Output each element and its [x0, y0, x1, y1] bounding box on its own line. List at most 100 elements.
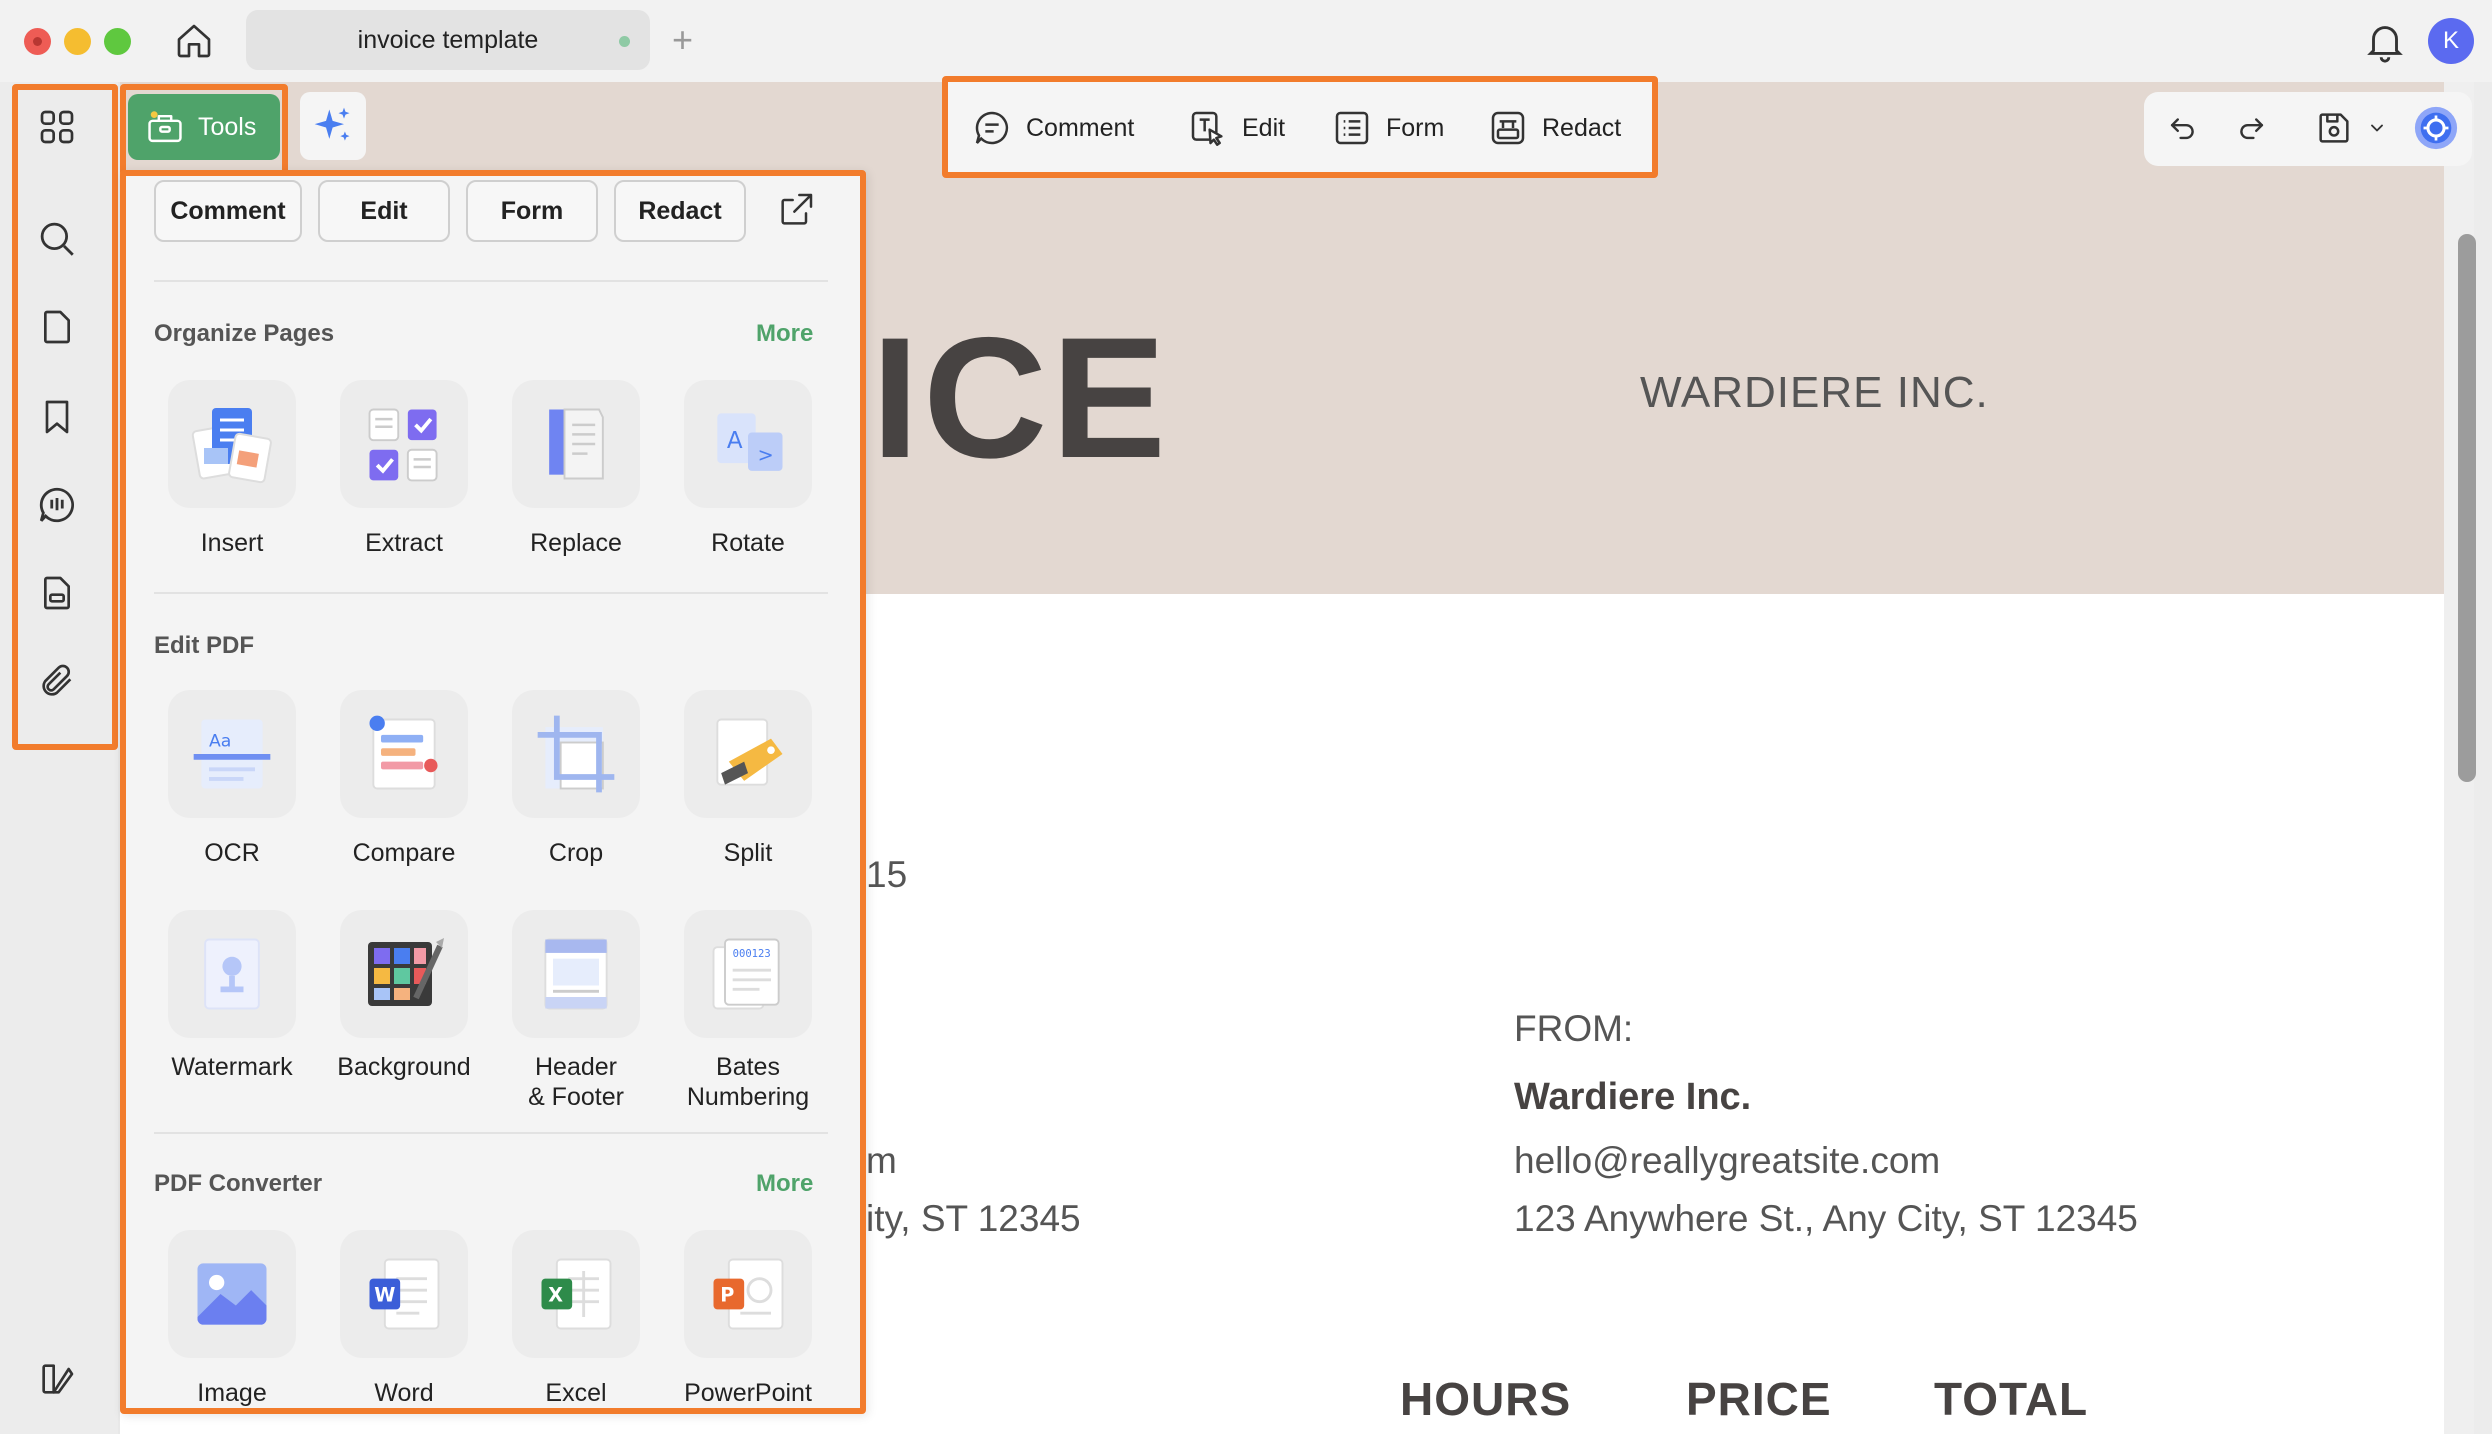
sparkle-icon [314, 107, 350, 141]
tool-convert-image[interactable]: Image [147, 1230, 317, 1408]
tool-bates-numbering[interactable]: 000123 Bates Numbering [663, 910, 833, 1112]
panel-divider [154, 280, 828, 282]
tool-convert-powerpoint[interactable]: P PowerPoint [663, 1230, 833, 1408]
pages-icon[interactable] [30, 300, 84, 354]
tool-convert-word-label: Word [374, 1379, 434, 1407]
tool-header-footer[interactable]: Header & Footer [491, 910, 661, 1112]
tool-ocr[interactable]: Aa OCR [147, 690, 317, 868]
column-hours: HOURS [1400, 1373, 1572, 1425]
tools-button[interactable]: Tools [128, 94, 280, 160]
ai-assistant-button[interactable] [300, 92, 366, 160]
pdf-converter-more-link[interactable]: More [756, 1170, 813, 1198]
bookmark-icon[interactable] [30, 390, 84, 444]
tool-crop[interactable]: Crop [491, 690, 661, 868]
organize-pages-more-link[interactable]: More [756, 320, 813, 348]
svg-text:X: X [548, 1284, 563, 1307]
form-icon [1335, 111, 1369, 145]
tool-background[interactable]: Background [319, 910, 489, 1082]
replace-pages-icon [512, 380, 640, 508]
panel-redact-chip[interactable]: Redact [614, 180, 746, 242]
rotate-pages-icon: A > [684, 380, 812, 508]
panel-comment-chip[interactable]: Comment [154, 180, 302, 242]
toolbar-form-button[interactable]: Form [1332, 100, 1444, 156]
tool-convert-excel[interactable]: X Excel [491, 1230, 661, 1408]
ai-assistant-logo-icon[interactable] [2412, 104, 2460, 152]
tool-watermark[interactable]: Watermark [147, 910, 317, 1082]
tools-button-label: Tools [198, 112, 257, 141]
scrollbar-thumb[interactable] [2458, 234, 2476, 782]
svg-text:W: W [374, 1284, 395, 1307]
unsaved-dot [619, 36, 630, 47]
tool-split[interactable]: Split [663, 690, 833, 868]
toolbar-form-label: Form [1386, 113, 1445, 142]
tool-extract[interactable]: Extract [319, 380, 489, 558]
home-button[interactable] [168, 16, 220, 66]
attachment-icon[interactable] [30, 654, 84, 708]
edit-text-icon [1191, 111, 1223, 146]
bates-numbering-icon: 000123 [684, 910, 812, 1038]
notification-bell-icon[interactable] [2362, 18, 2408, 64]
from-label: FROM: [1514, 1008, 1634, 1049]
to-email-fragment: m [866, 1140, 897, 1181]
edit-pdf-title: Edit PDF [154, 632, 254, 659]
watermark-icon [168, 910, 296, 1038]
tool-bates-numbering-label: Bates Numbering [686, 1053, 810, 1111]
company-name: WARDIERE INC. [1640, 368, 1989, 417]
redo-icon[interactable] [2228, 104, 2276, 152]
save-options-chevron-down-icon[interactable] [2362, 104, 2392, 152]
tool-compare[interactable]: Compare [319, 690, 489, 868]
open-external-icon[interactable] [776, 190, 816, 230]
ocr-icon: Aa [168, 690, 296, 818]
tool-convert-excel-label: Excel [545, 1379, 607, 1407]
comments-icon[interactable] [30, 478, 84, 532]
tool-header-footer-label: Header & Footer [528, 1053, 624, 1111]
form-fields-icon[interactable] [30, 566, 84, 620]
new-tab-button[interactable]: + [672, 20, 693, 60]
organize-pages-title: Organize Pages [154, 320, 335, 347]
panel-divider [154, 1132, 828, 1134]
home-icon [177, 24, 211, 58]
background-icon [340, 910, 468, 1038]
tool-compare-label: Compare [352, 839, 456, 867]
zoom-window-button[interactable] [104, 28, 131, 55]
tool-convert-word[interactable]: W Word [319, 1230, 489, 1408]
document-tab[interactable]: invoice template [246, 10, 650, 70]
svg-text:P: P [720, 1284, 734, 1307]
toolbar-edit-button[interactable]: Edit [1188, 100, 1285, 156]
tool-watermark-label: Watermark [171, 1053, 293, 1081]
toolbox-icon [148, 111, 182, 143]
close-window-button[interactable] [24, 28, 51, 55]
minimize-window-button[interactable] [64, 28, 91, 55]
toolbar-edit-label: Edit [1242, 113, 1286, 142]
save-icon[interactable] [2310, 104, 2358, 152]
tool-insert[interactable]: Insert [147, 380, 317, 558]
sidebar-layout-icon[interactable] [30, 1352, 84, 1406]
panel-divider [154, 592, 828, 594]
column-price: PRICE [1686, 1373, 1832, 1425]
tool-convert-image-label: Image [197, 1379, 267, 1407]
header-footer-icon [512, 910, 640, 1038]
tool-ocr-label: OCR [204, 839, 260, 867]
excel-file-icon: X [512, 1230, 640, 1358]
toolbar-redact-button[interactable]: Redact [1488, 100, 1621, 156]
split-icon [684, 690, 812, 818]
user-avatar[interactable]: K [2428, 18, 2474, 64]
svg-text:A: A [727, 428, 743, 454]
tool-rotate-label: Rotate [711, 529, 785, 557]
from-email: hello@reallygreatsite.com [1514, 1140, 1941, 1181]
to-address-fragment: ity, ST 12345 [866, 1198, 1081, 1239]
thumbnails-icon[interactable] [30, 100, 84, 154]
image-file-icon [168, 1230, 296, 1358]
panel-edit-chip[interactable]: Edit [318, 180, 450, 242]
compare-icon [340, 690, 468, 818]
panel-form-chip[interactable]: Form [466, 180, 598, 242]
tool-rotate[interactable]: A > Rotate [663, 380, 833, 558]
undo-icon[interactable] [2158, 104, 2206, 152]
search-icon[interactable] [30, 212, 84, 266]
crop-icon [512, 690, 640, 818]
from-name: Wardiere Inc. [1514, 1076, 1752, 1118]
title-bar: invoice template + K [0, 0, 2492, 82]
tool-replace[interactable]: Replace [491, 380, 661, 558]
toolbar-comment-button[interactable]: Comment [972, 100, 1134, 156]
redact-icon [1491, 111, 1525, 145]
